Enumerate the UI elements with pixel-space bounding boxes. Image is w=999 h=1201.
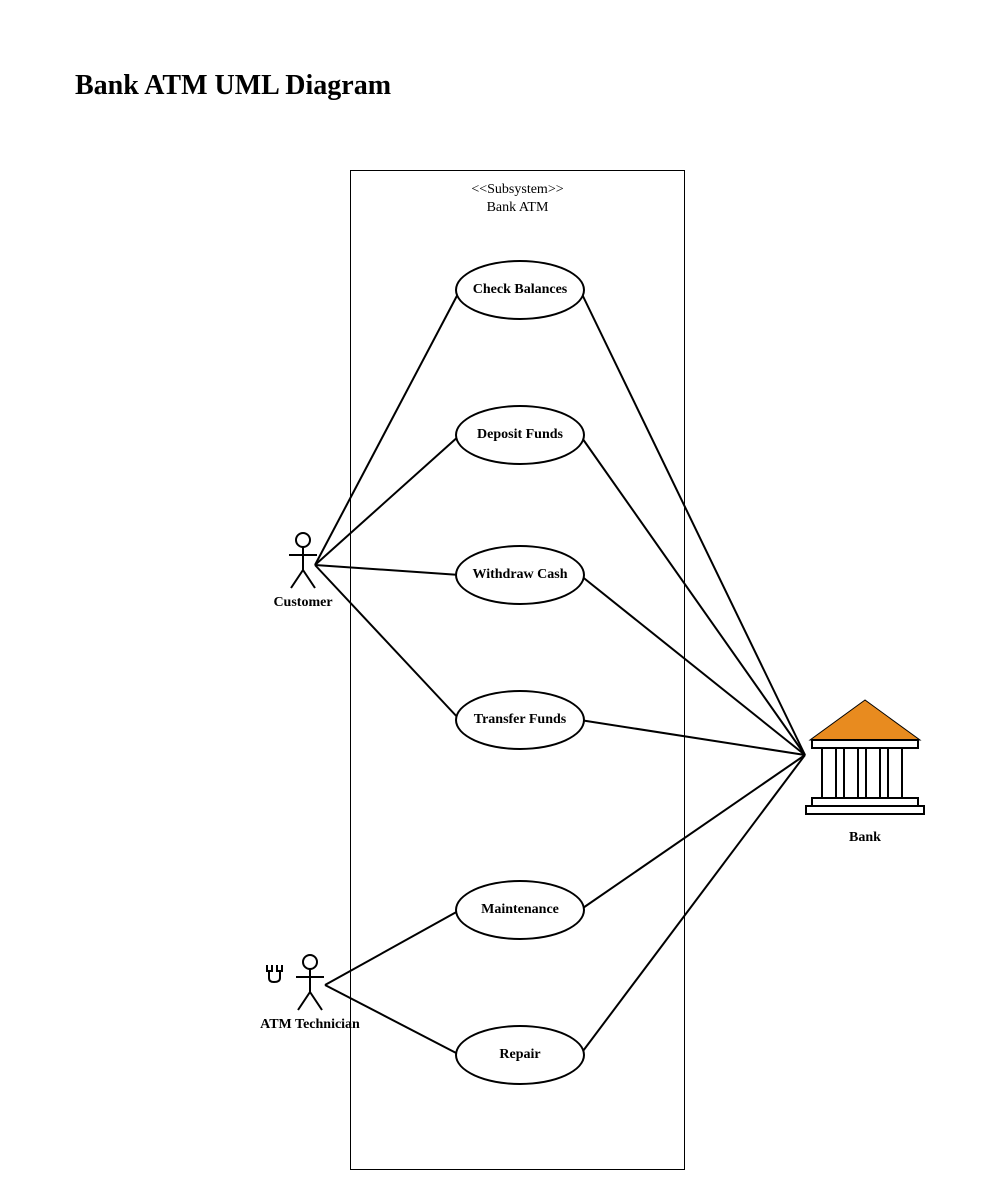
- usecase-check-balances: Check Balances: [455, 260, 585, 320]
- usecase-transfer-funds: Transfer Funds: [455, 690, 585, 750]
- actor-bank-icon: [800, 690, 930, 820]
- usecase-withdraw-cash: Withdraw Cash: [455, 545, 585, 605]
- actor-technician-icon: [290, 952, 330, 1014]
- usecase-deposit-funds: Deposit Funds: [455, 405, 585, 465]
- wrench-icon: [262, 962, 286, 992]
- usecase-maintenance: Maintenance: [455, 880, 585, 940]
- usecase-repair: Repair: [455, 1025, 585, 1085]
- actor-customer-icon: [283, 530, 323, 592]
